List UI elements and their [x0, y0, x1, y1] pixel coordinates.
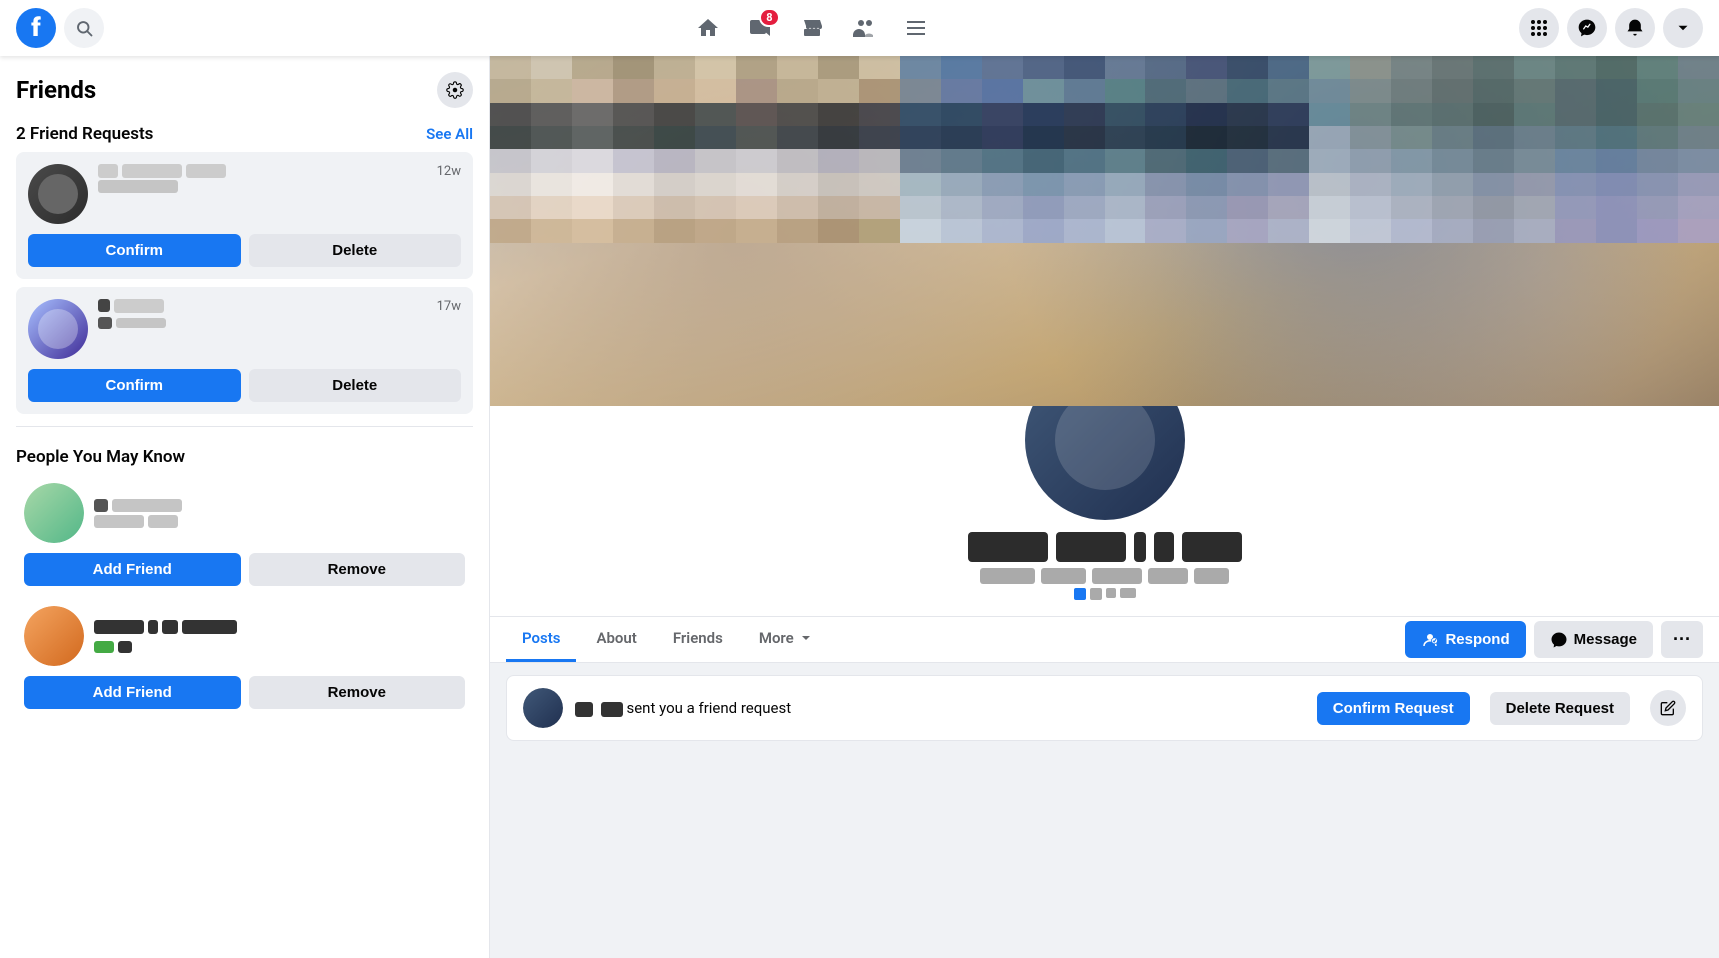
more-chevron-icon [798, 630, 814, 646]
fr2-info [98, 299, 427, 329]
fr1-avatar[interactable] [28, 164, 88, 224]
respond-button[interactable]: Respond [1405, 621, 1525, 658]
fr-banner-text: sent you a friend request [575, 699, 1305, 717]
fr1-actions: Confirm Delete [28, 234, 461, 267]
search-button[interactable] [64, 8, 104, 48]
edit-icon [1660, 700, 1676, 716]
delete-request-button[interactable]: Delete Request [1490, 692, 1630, 725]
friends-title: Friends [16, 76, 96, 104]
fr1-name [98, 164, 427, 178]
fr1-name-block3 [186, 164, 226, 178]
fr-banner-sent-text: sent you a friend request [626, 699, 791, 717]
respond-icon [1421, 631, 1439, 649]
nav-center: 8 [104, 4, 1519, 52]
friend-requests-label: 2 Friend Requests [16, 124, 153, 144]
confirm-request-button[interactable]: Confirm Request [1317, 692, 1470, 725]
profile-subtext [506, 568, 1703, 584]
pymk2-actions: Add Friend Remove [24, 676, 465, 709]
tab-about[interactable]: About [580, 617, 652, 662]
fr1-name-block2 [122, 164, 182, 178]
grid-menu-button[interactable] [1519, 8, 1559, 48]
pymk2-top [24, 606, 465, 666]
profile-name [506, 532, 1703, 562]
groups-nav-button[interactable] [840, 4, 888, 52]
pymk1-add-button[interactable]: Add Friend [24, 553, 241, 586]
see-all-link[interactable]: See All [426, 125, 473, 143]
cover-photo-area [490, 56, 1719, 406]
profile-action-buttons: Respond Message ··· [1405, 621, 1703, 658]
page-layout: Friends 2 Friend Requests See All [0, 56, 1719, 958]
fr2-actions: Confirm Delete [28, 369, 461, 402]
fr2-name-block2 [114, 299, 164, 313]
pymk2-add-button[interactable]: Add Friend [24, 676, 241, 709]
cover-photo [490, 56, 1719, 406]
fr1-delete-button[interactable]: Delete [249, 234, 462, 267]
pymk1-name [94, 499, 465, 528]
sidebar-divider [16, 426, 473, 427]
messenger-button[interactable] [1567, 8, 1607, 48]
tab-friends[interactable]: Friends [657, 617, 739, 662]
profile-name-area [490, 524, 1719, 600]
pymk1-avatar[interactable] [24, 483, 84, 543]
pymk-title: People You May Know [16, 447, 185, 467]
fr1-time: 12w [437, 164, 461, 179]
respond-label: Respond [1445, 631, 1509, 648]
video-nav-button[interactable]: 8 [736, 4, 784, 52]
fr2-top: 17w [28, 299, 461, 359]
pymk2-remove-button[interactable]: Remove [249, 676, 466, 709]
menu-nav-button[interactable] [892, 4, 940, 52]
notifications-button[interactable] [1615, 8, 1655, 48]
fb-logo-letter: f [31, 15, 40, 41]
more-dots-button[interactable]: ··· [1661, 621, 1703, 658]
sidebar-title-row: Friends [8, 72, 481, 116]
pymk-card-2: Add Friend Remove [16, 598, 473, 717]
profile-tabs: Posts About Friends More Respond [490, 617, 1719, 663]
marketplace-nav-button[interactable] [788, 4, 836, 52]
fr1-top: 12w [28, 164, 461, 224]
message-icon [1550, 631, 1568, 649]
pymk2-name [94, 620, 465, 653]
left-sidebar: Friends 2 Friend Requests See All [0, 56, 490, 958]
account-menu-button[interactable] [1663, 8, 1703, 48]
pymk1-top [24, 483, 465, 543]
fr2-confirm-button[interactable]: Confirm [28, 369, 241, 402]
settings-button[interactable] [437, 72, 473, 108]
nav-left: f [16, 8, 104, 48]
fr-banner-avatar [523, 688, 563, 728]
pymk2-info [94, 620, 465, 653]
fr2-mutual [98, 317, 427, 329]
fr2-delete-button[interactable]: Delete [249, 369, 462, 402]
main-content: Posts About Friends More Respond [490, 56, 1719, 958]
message-button[interactable]: Message [1534, 621, 1653, 658]
fr1-name-block1 [98, 164, 118, 178]
tab-more[interactable]: More [743, 617, 830, 662]
pymk-card-1: Add Friend Remove [16, 475, 473, 594]
pymk2-avatar[interactable] [24, 606, 84, 666]
fr1-mutual [98, 180, 427, 193]
pymk1-actions: Add Friend Remove [24, 553, 465, 586]
fr2-name-block1 [98, 299, 110, 312]
friend-requests-header: 2 Friend Requests See All [8, 116, 481, 148]
more-dots-label: ··· [1673, 629, 1691, 649]
nav-right [1519, 8, 1703, 48]
facebook-logo[interactable]: f [16, 8, 56, 48]
friend-request-card-1: 12w Confirm Delete [16, 152, 473, 279]
pymk1-remove-button[interactable]: Remove [249, 553, 466, 586]
fr1-confirm-button[interactable]: Confirm [28, 234, 241, 267]
fr2-name [98, 299, 427, 313]
friend-request-card-2: 17w Confirm Delete [16, 287, 473, 414]
fr2-time: 17w [437, 299, 461, 314]
friend-request-banner: sent you a friend request Confirm Reques… [506, 675, 1703, 741]
profile-info-dots [506, 588, 1703, 600]
edit-icon-button[interactable] [1650, 690, 1686, 726]
fr2-avatar[interactable] [28, 299, 88, 359]
tab-posts[interactable]: Posts [506, 617, 576, 662]
pymk-header: People You May Know [8, 439, 481, 471]
video-badge: 8 [759, 8, 779, 27]
fr1-info [98, 164, 427, 193]
home-nav-button[interactable] [684, 4, 732, 52]
pymk1-info [94, 499, 465, 528]
top-navigation: f 8 [0, 0, 1719, 56]
message-label: Message [1574, 631, 1637, 648]
